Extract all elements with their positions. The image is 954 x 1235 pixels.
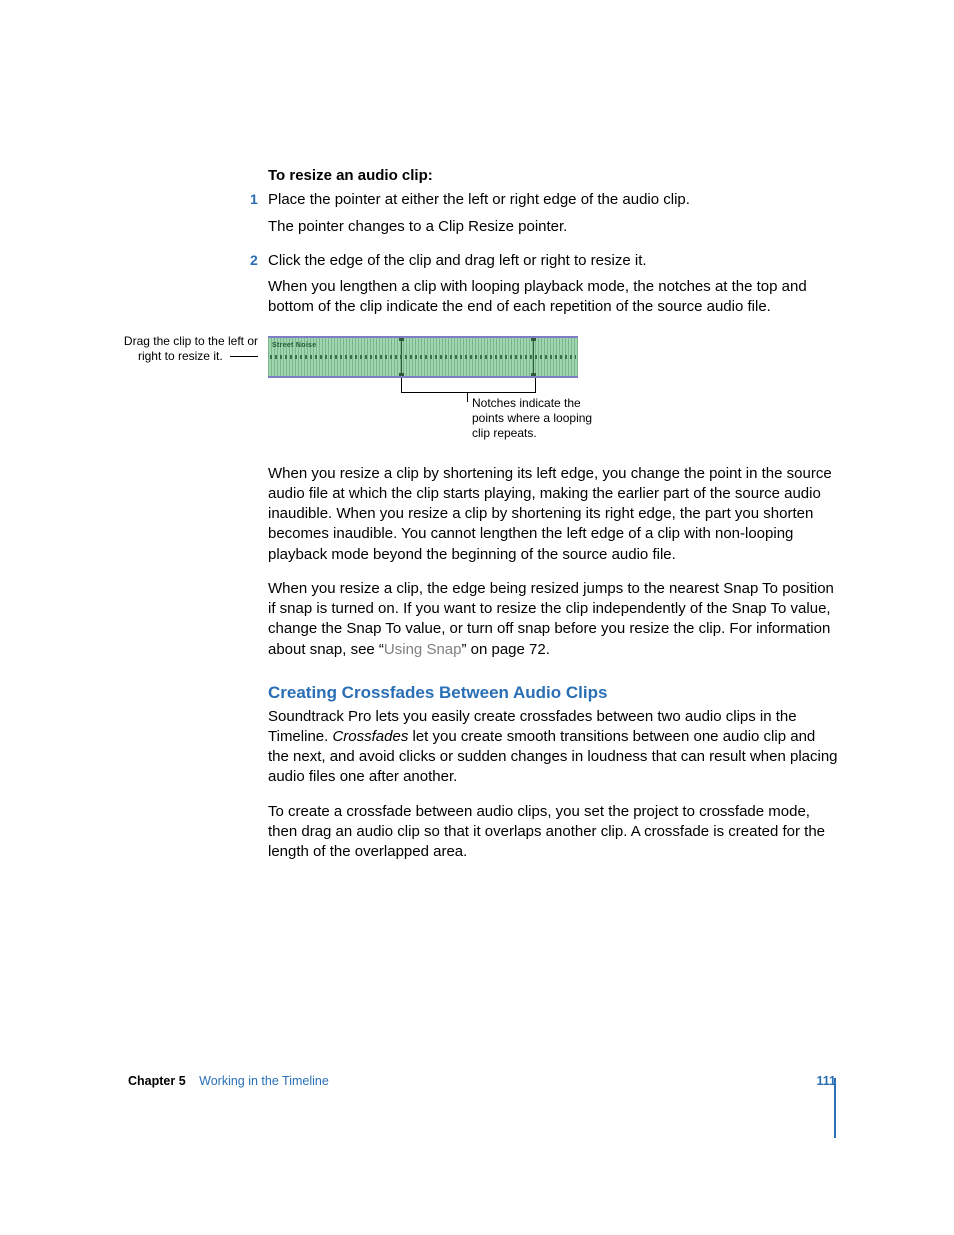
paragraph-snap: When you resize a clip, the edge being r… <box>268 579 838 660</box>
paragraph-crossfades-1: Soundtrack Pro lets you easily create cr… <box>268 707 838 788</box>
figure-resize-clip: Drag the clip to the left or right to re… <box>268 336 838 378</box>
document-page: To resize an audio clip: 1 Place the poi… <box>0 0 954 1235</box>
step-1-number: 1 <box>250 190 258 209</box>
procedure-heading: To resize an audio clip: <box>268 166 838 186</box>
notch-drop-line-icon <box>467 392 468 402</box>
figure-callout-left-text: Drag the clip to the left or right to re… <box>124 334 258 363</box>
snap-text-post: ” on page 72. <box>461 641 549 658</box>
chapter-title: Working in the Timeline <box>199 1074 329 1088</box>
step-2-followup: When you lengthen a clip with looping pl… <box>268 277 838 318</box>
clip-waveform <box>270 355 576 359</box>
page-number: 111 <box>817 1073 836 1090</box>
section-heading-crossfades: Creating Crossfades Between Audio Clips <box>268 682 838 705</box>
loop-notch-2 <box>533 338 534 376</box>
snap-text-pre: When you resize a clip, the edge being r… <box>268 580 834 658</box>
chapter-number-label: Chapter 5 <box>128 1074 186 1088</box>
step-2-number: 2 <box>250 251 258 270</box>
body-content: To resize an audio clip: 1 Place the poi… <box>268 166 838 876</box>
paragraph-resize-behavior: When you resize a clip by shortening its… <box>268 464 838 565</box>
callout-connector-icon <box>230 356 258 357</box>
figure-callout-left: Drag the clip to the left or right to re… <box>108 334 258 364</box>
loop-notch-1 <box>401 338 402 376</box>
figure-callout-bottom: Notches indicate the points where a loop… <box>472 396 612 441</box>
audio-clip-graphic: Street Noise <box>268 336 578 378</box>
crossfades-term: Crossfades <box>332 728 408 745</box>
step-1-text: Place the pointer at either the left or … <box>268 191 690 208</box>
clip-label: Street Noise <box>272 341 316 350</box>
paragraph-crossfades-2: To create a crossfade between audio clip… <box>268 802 838 863</box>
page-footer: Chapter 5 Working in the Timeline 111 <box>128 1073 836 1090</box>
step-2: 2 Click the edge of the clip and drag le… <box>268 251 838 271</box>
notch-bracket-icon <box>401 378 536 393</box>
step-1-followup: The pointer changes to a Clip Resize poi… <box>268 217 838 237</box>
snap-crossref-link[interactable]: Using Snap <box>384 641 462 658</box>
step-2-text: Click the edge of the clip and drag left… <box>268 252 647 269</box>
step-1: 1 Place the pointer at either the left o… <box>268 190 838 210</box>
